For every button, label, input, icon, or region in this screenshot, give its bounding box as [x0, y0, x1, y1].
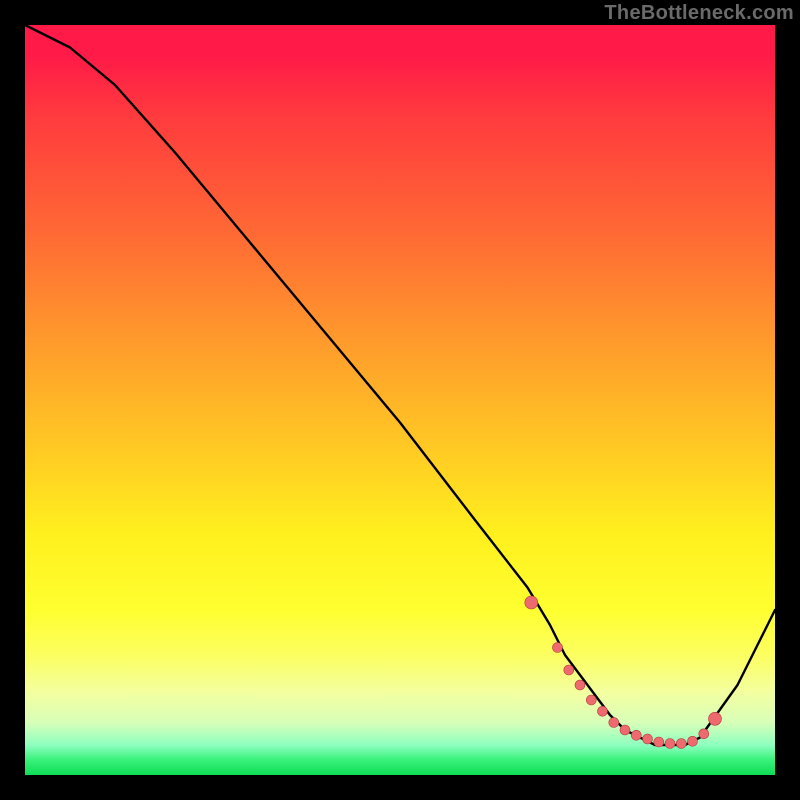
- marker-dot: [676, 739, 686, 749]
- marker-dot: [699, 729, 709, 739]
- marker-dot: [620, 725, 630, 735]
- marker-dot: [575, 680, 585, 690]
- marker-dot: [665, 739, 675, 749]
- plot-area: [25, 25, 775, 775]
- curve-layer: [25, 25, 775, 775]
- marker-dot: [553, 643, 563, 653]
- marker-dot: [525, 596, 538, 609]
- marker-dot: [654, 737, 664, 747]
- bottleneck-curve: [25, 25, 775, 745]
- marker-dot: [688, 736, 698, 746]
- highlight-markers: [525, 596, 722, 749]
- marker-dot: [631, 730, 641, 740]
- marker-dot: [564, 665, 574, 675]
- marker-dot: [643, 734, 653, 744]
- marker-dot: [709, 712, 722, 725]
- marker-dot: [586, 695, 596, 705]
- marker-dot: [609, 718, 619, 728]
- marker-dot: [598, 706, 608, 716]
- chart-frame: TheBottleneck.com: [0, 0, 800, 800]
- watermark-text: TheBottleneck.com: [604, 2, 794, 25]
